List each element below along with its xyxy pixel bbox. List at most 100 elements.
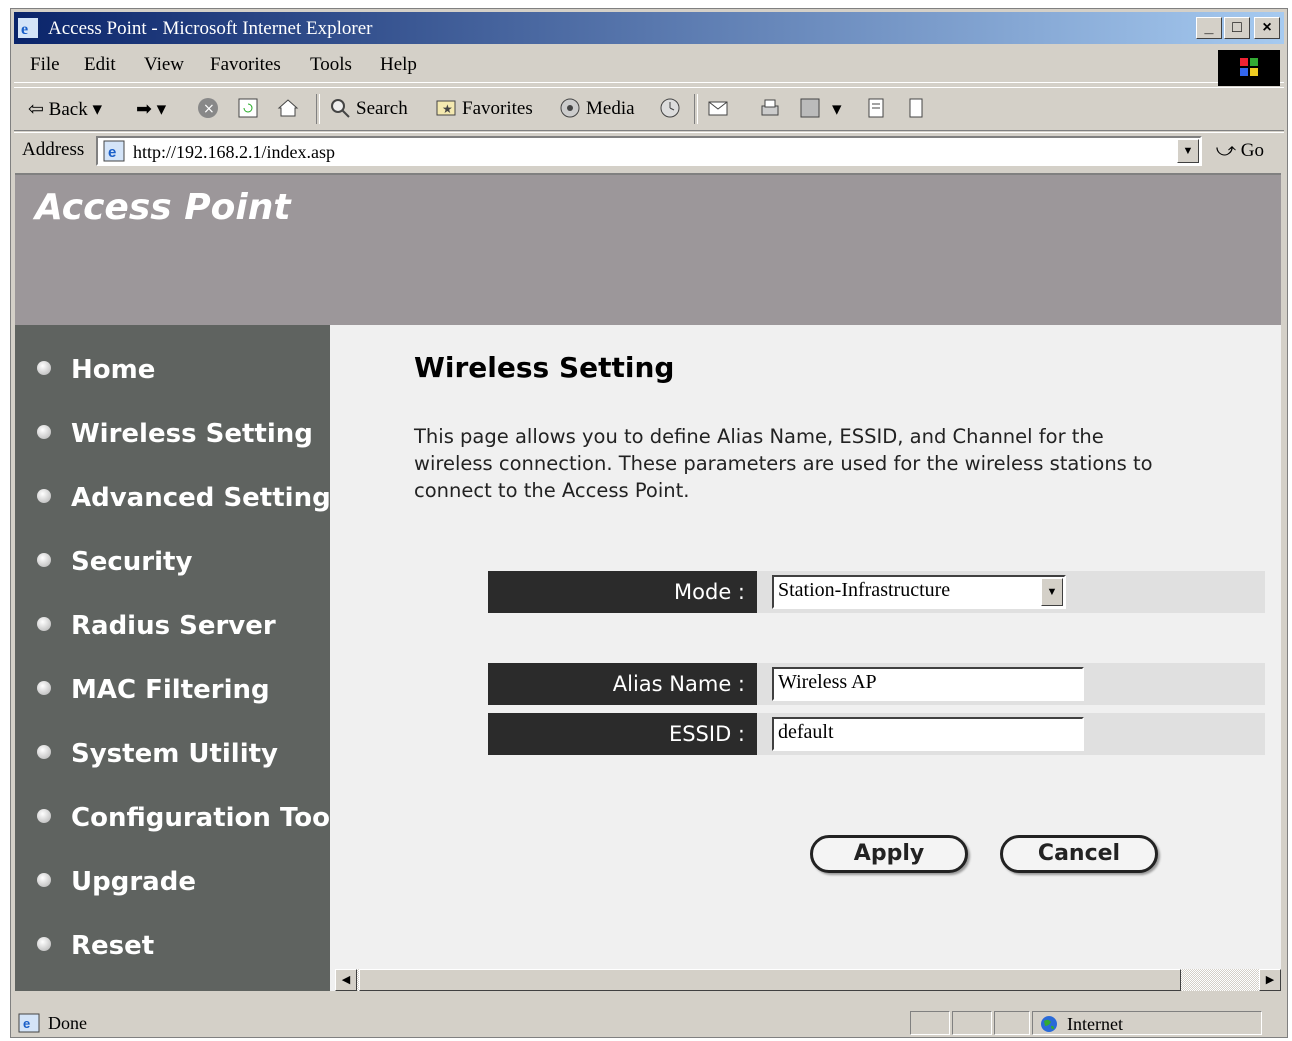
messenger-icon[interactable] xyxy=(904,96,928,120)
mode-row: Mode : Station-Infrastructure ▼ xyxy=(488,571,1265,613)
menu-tools[interactable]: Tools xyxy=(310,54,352,76)
page-icon: e xyxy=(103,140,125,162)
close-button[interactable]: × xyxy=(1254,17,1280,39)
sidebar-item-label: Wireless Setting xyxy=(71,419,313,449)
search-icon[interactable] xyxy=(328,96,352,120)
sidebar-item-advanced-setting[interactable]: Advanced Setting xyxy=(37,483,331,523)
svg-text:×: × xyxy=(203,101,215,117)
page-title: Wireless Setting xyxy=(414,351,675,384)
page-description: This page allows you to define Alias Nam… xyxy=(414,425,1153,502)
status-panel xyxy=(910,1011,950,1035)
sidebar-item-reset[interactable]: Reset xyxy=(37,931,154,971)
globe-icon xyxy=(1041,1016,1057,1032)
apply-button[interactable]: Apply xyxy=(810,835,968,873)
edit-icon[interactable] xyxy=(798,96,822,120)
banner-title: Access Point xyxy=(35,187,291,228)
bullet-icon xyxy=(37,936,51,951)
sidebar-item-label: Radius Server xyxy=(71,611,276,641)
essid-input[interactable]: default xyxy=(772,717,1084,751)
print-icon[interactable] xyxy=(758,96,782,120)
cancel-button[interactable]: Cancel xyxy=(1000,835,1158,873)
sidebar-item-security[interactable]: Security xyxy=(37,547,192,587)
status-panel xyxy=(952,1011,992,1035)
sidebar-item-wireless-setting[interactable]: Wireless Setting xyxy=(37,419,313,459)
sidebar-item-label: Security xyxy=(71,547,193,577)
go-label: Go xyxy=(1240,140,1264,161)
favorites-button[interactable]: Favorites xyxy=(462,98,533,120)
address-label: Address xyxy=(22,139,85,160)
maximize-button[interactable]: □ xyxy=(1224,17,1250,39)
back-button[interactable]: ⇦ Back ▾ xyxy=(28,98,102,121)
essid-label: ESSID : xyxy=(488,713,757,755)
bullet-icon xyxy=(37,744,51,759)
window-title: Access Point - Microsoft Internet Explor… xyxy=(48,18,373,39)
edit-dropdown[interactable]: ▾ xyxy=(832,98,842,121)
sidebar-item-home[interactable]: Home xyxy=(37,355,155,395)
sidebar: Home Wireless Setting Advanced Setting S… xyxy=(15,325,339,991)
sidebar-item-label: Reset xyxy=(71,931,155,961)
sidebar-item-label: System Utility xyxy=(71,739,279,769)
menu-file[interactable]: File xyxy=(30,54,60,76)
address-bar: Address e http://192.168.2.1/index.asp ▼… xyxy=(14,132,1284,171)
history-icon[interactable] xyxy=(658,96,682,120)
zone-panel: Internet xyxy=(1032,1011,1262,1035)
mail-icon[interactable] xyxy=(706,96,730,120)
menu-help[interactable]: Help xyxy=(380,54,417,76)
mode-label: Mode : xyxy=(488,571,757,613)
ie-icon: e xyxy=(18,18,38,38)
banner: Access Point xyxy=(15,175,1281,325)
scroll-right-button[interactable]: ▶ xyxy=(1259,969,1281,991)
home-icon[interactable] xyxy=(276,96,300,120)
toolbar: ⇦ Back ▾ ➡ ▾ × Search ★ Favorites Media … xyxy=(14,87,1284,131)
scroll-thumb[interactable] xyxy=(359,969,1181,991)
svg-text:e: e xyxy=(23,1016,30,1031)
sidebar-item-radius-server[interactable]: Radius Server xyxy=(37,611,276,651)
search-button[interactable]: Search xyxy=(356,98,408,120)
address-url: http://192.168.2.1/index.asp xyxy=(133,142,335,162)
sidebar-item-configuration-tool[interactable]: Configuration Tool xyxy=(37,803,339,843)
sidebar-item-upgrade[interactable]: Upgrade xyxy=(37,867,196,907)
svg-text:★: ★ xyxy=(442,102,453,116)
menu-favorites[interactable]: Favorites xyxy=(210,54,281,76)
sidebar-item-label: MAC Filtering xyxy=(71,675,270,705)
address-dropdown-button[interactable]: ▼ xyxy=(1177,139,1199,163)
svg-text:e: e xyxy=(108,144,116,161)
sidebar-item-label: Configuration Tool xyxy=(71,803,339,833)
media-button[interactable]: Media xyxy=(586,98,635,120)
bullet-icon xyxy=(37,552,51,567)
mode-select-value: Station-Infrastructure xyxy=(778,579,951,601)
bullet-icon xyxy=(37,808,51,823)
status-bar: e Done Internet xyxy=(14,1009,1284,1035)
chevron-down-icon[interactable]: ▼ xyxy=(1041,578,1063,606)
status-text: Done xyxy=(48,1013,87,1033)
stop-icon[interactable]: × xyxy=(196,96,220,120)
menu-view[interactable]: View xyxy=(144,54,184,76)
discuss-icon[interactable] xyxy=(864,96,888,120)
windows-logo-icon xyxy=(1218,50,1280,86)
forward-button[interactable]: ➡ ▾ xyxy=(136,98,166,121)
status-panel xyxy=(994,1011,1030,1035)
media-icon[interactable] xyxy=(558,96,582,120)
alias-row: Alias Name : Wireless AP xyxy=(488,663,1265,705)
bullet-icon xyxy=(37,424,51,439)
address-input[interactable]: e http://192.168.2.1/index.asp ▼ xyxy=(96,136,1202,166)
alias-name-label: Alias Name : xyxy=(488,663,757,705)
essid-row: ESSID : default xyxy=(488,713,1265,755)
alias-name-input[interactable]: Wireless AP xyxy=(772,667,1084,701)
mode-select[interactable]: Station-Infrastructure ▼ xyxy=(772,575,1066,609)
horizontal-scrollbar[interactable]: ◀ ▶ xyxy=(335,969,1281,991)
browser-window: e Access Point - Microsoft Internet Expl… xyxy=(10,8,1288,1038)
refresh-icon[interactable] xyxy=(236,96,260,120)
sidebar-item-mac-filtering[interactable]: MAC Filtering xyxy=(37,675,270,715)
minimize-button[interactable]: _ xyxy=(1196,17,1222,39)
bullet-icon xyxy=(37,616,51,631)
go-button[interactable]: ⤻ Go xyxy=(1216,140,1264,162)
scroll-left-button[interactable]: ◀ xyxy=(335,969,357,991)
menu-edit[interactable]: Edit xyxy=(84,54,116,76)
svg-text:e: e xyxy=(21,21,28,38)
bullet-icon xyxy=(37,360,51,375)
sidebar-item-system-utility[interactable]: System Utility xyxy=(37,739,278,779)
main-panel: Wireless Setting This page allows you to… xyxy=(330,325,1281,991)
page-done-icon: e xyxy=(18,1013,40,1033)
favorites-icon[interactable]: ★ xyxy=(434,96,458,120)
